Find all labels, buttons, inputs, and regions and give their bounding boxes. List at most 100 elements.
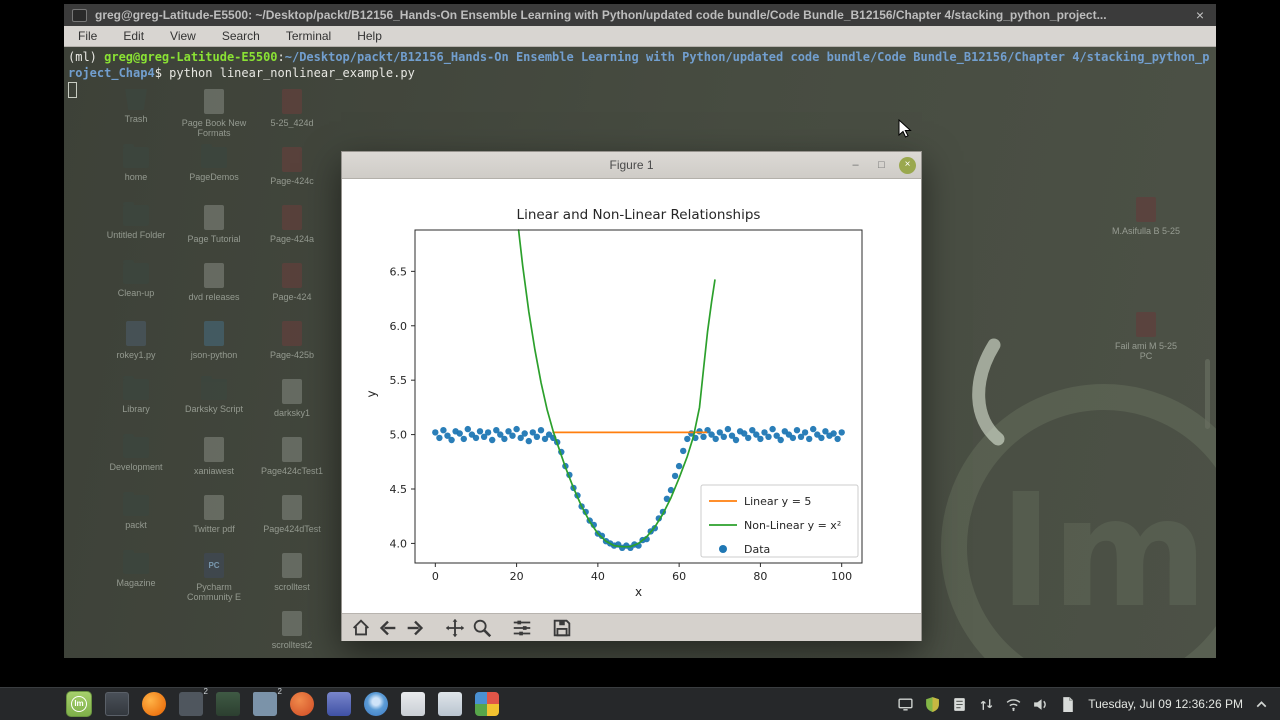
calendar-app-launcher[interactable] — [438, 692, 462, 716]
svg-text:4.0: 4.0 — [390, 537, 408, 550]
desktop-icon[interactable]: Page-424c — [254, 147, 330, 205]
terminal-body[interactable]: lm Trash home Untitled Folder Clean-up rokey… — [64, 47, 1216, 658]
desktop-icon[interactable]: Page-425b — [254, 321, 330, 379]
chart-title: Linear and Non-Linear Relationships — [516, 207, 761, 223]
desktop-icon[interactable]: Development — [98, 434, 174, 495]
desktop-icon-label: Darksky Script — [184, 404, 243, 414]
desktop-icon[interactable]: Untitled Folder — [98, 202, 174, 263]
panel-expand-icon[interactable] — [1253, 696, 1270, 713]
document-tray-icon[interactable] — [1059, 696, 1076, 713]
svg-text:80: 80 — [753, 570, 767, 583]
desktop-icon[interactable]: Trash — [98, 89, 174, 147]
desktop-icon[interactable]: xaniawest — [176, 437, 252, 495]
display-tray-icon[interactable] — [897, 696, 914, 713]
terminal-close-icon[interactable]: × — [1192, 5, 1208, 25]
desktop-icon-label: Page-424 — [272, 292, 312, 302]
desktop-icon[interactable]: home — [98, 144, 174, 205]
svg-text:60: 60 — [672, 570, 686, 583]
desktop-icon-label: Trash — [124, 114, 148, 124]
forward-icon[interactable] — [404, 617, 426, 639]
window-group-launcher[interactable]: 2 — [179, 687, 208, 716]
desktop-icon[interactable]: Magazine — [98, 550, 174, 611]
desktop-icon[interactable]: Page-424a — [254, 205, 330, 263]
desktop-icon[interactable]: Clean-up — [98, 260, 174, 321]
pdf-icon — [282, 205, 302, 230]
terminal-icon — [72, 8, 87, 22]
firefox-launcher[interactable] — [142, 692, 166, 716]
home-icon[interactable] — [350, 617, 372, 639]
svg-text:6.5: 6.5 — [390, 265, 408, 278]
figure-titlebar[interactable]: Figure 1 – □ × — [342, 152, 921, 179]
network-tray-icon[interactable] — [978, 696, 995, 713]
desktop-icon[interactable]: rokey1.py — [98, 321, 174, 379]
wifi-tray-icon[interactable] — [1005, 696, 1022, 713]
menu-view[interactable]: View — [170, 29, 196, 43]
zoom-icon[interactable] — [471, 617, 493, 639]
desktop-icon-label: 5-25_424d — [270, 118, 314, 128]
desktop-icon[interactable]: Twitter pdf — [176, 495, 252, 553]
software-app-launcher[interactable] — [290, 692, 314, 716]
close-button[interactable]: × — [899, 156, 916, 174]
desktop-icon-label: Clean-up — [117, 288, 155, 298]
pdf-icon — [1136, 197, 1156, 222]
clock[interactable]: Tuesday, Jul 09 12:36:26 PM — [1088, 697, 1243, 711]
desktop-icon-label: M.Asifulla B 5-25 — [1111, 226, 1181, 236]
mouse-cursor — [898, 119, 912, 138]
menu-edit[interactable]: Edit — [123, 29, 144, 43]
text-editor-launcher[interactable] — [216, 692, 240, 716]
back-icon[interactable] — [377, 617, 399, 639]
desktop-icon[interactable]: M.Asifulla B 5-25 — [1108, 197, 1184, 255]
volume-tray-icon[interactable] — [1032, 696, 1049, 713]
screenshot-tool-launcher[interactable] — [475, 692, 499, 716]
desktop-icon[interactable]: dvd releases — [176, 263, 252, 321]
notes-tray-icon[interactable] — [951, 696, 968, 713]
desktop-icon[interactable]: scrolltest2 — [254, 611, 330, 658]
chromium-launcher[interactable] — [364, 692, 388, 716]
desktop-icon[interactable]: scrolltest — [254, 553, 330, 611]
save-icon[interactable] — [551, 617, 573, 639]
mint-menu-launcher[interactable]: lm — [66, 691, 92, 717]
file-icon — [126, 321, 146, 346]
svg-text:0: 0 — [432, 570, 439, 583]
desktop-icon[interactable]: json-python — [176, 321, 252, 379]
chart: 0 20 40 60 80 100 4.0 4.5 5.0 5.5 6.0 6.5 Linear y =… — [390, 229, 863, 583]
folder-icon — [123, 202, 149, 226]
desktop-icon-label: Page424dTest — [263, 524, 321, 534]
minimize-button[interactable]: – — [847, 157, 864, 174]
desktop-icon[interactable]: Page-424 — [254, 263, 330, 321]
menu-help[interactable]: Help — [357, 29, 382, 43]
pc-icon: PC — [204, 553, 224, 578]
pan-icon[interactable] — [444, 617, 466, 639]
menu-file[interactable]: File — [78, 29, 97, 43]
desktop-icon[interactable]: PageDemos — [176, 144, 252, 205]
desktop-icon[interactable]: darksky1 — [254, 379, 330, 437]
menu-terminal[interactable]: Terminal — [286, 29, 331, 43]
maximize-button[interactable]: □ — [873, 157, 890, 174]
desktop-icon[interactable]: Darksky Script — [176, 376, 252, 437]
desktop-icon[interactable]: Page Tutorial — [176, 205, 252, 263]
terminal-title: greg@greg-Latitude-E5500: ~/Desktop/pack… — [95, 8, 1107, 22]
terminal-cursor — [68, 82, 77, 98]
mail-app-launcher[interactable] — [401, 692, 425, 716]
terminal-scrollbar[interactable] — [1205, 359, 1210, 429]
desktop-icon[interactable]: packt — [98, 492, 174, 553]
package-app-launcher[interactable] — [327, 692, 351, 716]
firewall-tray-icon[interactable] — [924, 696, 941, 713]
desktop-icon[interactable]: 5-25_424d — [254, 89, 330, 147]
desktop-icon-label: Magazine — [116, 578, 156, 588]
folder-icon — [123, 260, 149, 284]
desktop-icon[interactable]: Page424dTest — [254, 495, 330, 553]
desktop-icon[interactable]: PC Pycharm Community E — [176, 553, 252, 611]
show-desktop-launcher[interactable] — [105, 692, 129, 716]
desktop-icon[interactable]: Fail ami M 5-25 PC — [1108, 312, 1184, 370]
file-manager-launcher[interactable]: 2 — [253, 687, 282, 716]
configure-subplots-icon[interactable] — [511, 617, 533, 639]
desktop-icon[interactable]: Page424cTest1 — [254, 437, 330, 495]
svg-text:6.0: 6.0 — [390, 320, 408, 333]
menu-search[interactable]: Search — [222, 29, 260, 43]
desktop-icon[interactable]: Page Book New Formats — [176, 89, 252, 147]
desktop-icon-label: home — [124, 172, 148, 182]
terminal-titlebar[interactable]: greg@greg-Latitude-E5500: ~/Desktop/pack… — [64, 4, 1216, 26]
desktop-icon-label: xaniawest — [193, 466, 235, 476]
desktop-icon[interactable]: Library — [98, 376, 174, 437]
